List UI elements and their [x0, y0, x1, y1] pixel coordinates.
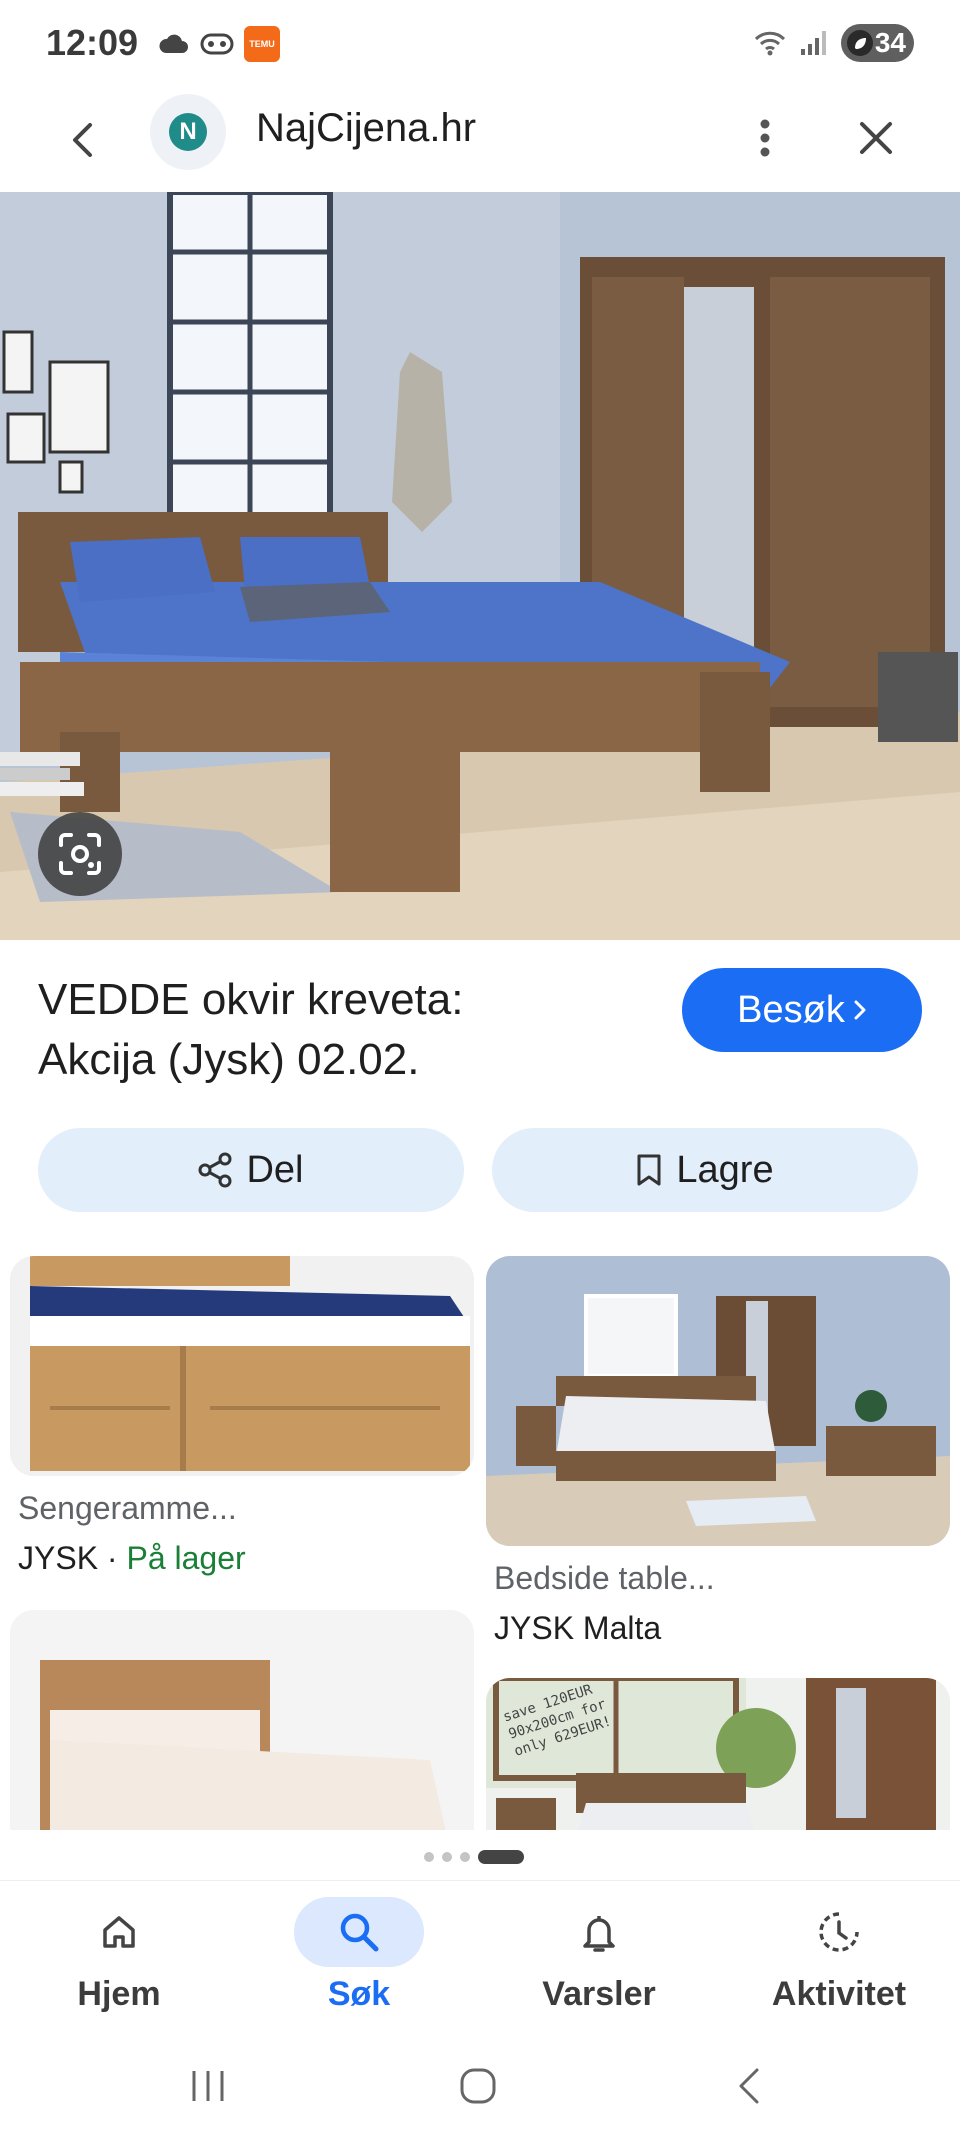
related-source: JYSK Malta	[494, 1610, 662, 1646]
recent-apps-icon	[192, 2071, 224, 2101]
system-navigation-bar	[0, 2040, 960, 2133]
status-time: 12:09	[46, 22, 139, 63]
battery-saver-icon	[846, 30, 873, 56]
visit-button-label: Besøk	[737, 988, 845, 1031]
save-button[interactable]: Lagre	[492, 1128, 918, 1212]
system-status-icons: 34	[753, 24, 914, 62]
pager-dot	[424, 1852, 434, 1862]
more-options-button[interactable]	[740, 108, 790, 168]
related-image[interactable]	[10, 1610, 474, 1830]
pager-dot-active	[478, 1850, 524, 1864]
related-source: JYSK · På lager	[18, 1540, 246, 1577]
back-button[interactable]	[54, 112, 110, 168]
pager-dot	[442, 1852, 452, 1862]
pager-dot	[460, 1852, 470, 1862]
activity-icon	[774, 1897, 904, 1967]
page-indicator	[424, 1850, 524, 1864]
home-circle-icon	[460, 2068, 496, 2104]
bedroom-illustration	[0, 192, 960, 940]
related-image[interactable]	[10, 1256, 474, 1476]
battery-level: 34	[874, 27, 906, 58]
source-name: JYSK	[18, 1540, 99, 1576]
signal-icon	[797, 26, 831, 60]
nav-notifications[interactable]: Varsler	[509, 1897, 689, 2047]
stock-status: På lager	[126, 1540, 246, 1576]
gamepad-icon	[200, 27, 234, 61]
bell-icon	[534, 1897, 664, 1967]
product-image[interactable]	[0, 192, 960, 940]
temu-icon: TEMU	[244, 26, 280, 62]
related-image[interactable]: save 120EUR 90x200cm for only 629EUR!	[486, 1678, 950, 1830]
related-image[interactable]	[486, 1256, 950, 1546]
google-lens-button[interactable]	[38, 812, 122, 896]
search-icon	[294, 1897, 424, 1967]
back-arrow-icon	[739, 2068, 759, 2104]
related-results-grid: Sengeramme... JYSK · På lager Bedside ta…	[0, 1256, 960, 1830]
nav-search[interactable]: Søk	[269, 1897, 449, 2047]
site-favicon: N	[150, 94, 226, 170]
site-title: NajCijena.hr	[256, 106, 477, 150]
chevron-right-icon	[854, 1000, 866, 1020]
nav-home-label: Hjem	[77, 1975, 161, 2013]
share-label: Del	[246, 1148, 304, 1191]
system-back-button[interactable]	[718, 2056, 778, 2116]
related-title[interactable]: Bedside table...	[494, 1560, 715, 1597]
nav-activity-label: Aktivitet	[771, 1975, 907, 2013]
lens-icon	[59, 833, 101, 875]
recent-apps-button[interactable]	[178, 2056, 238, 2116]
save-label: Lagre	[676, 1148, 774, 1191]
bed-frame-image	[10, 1256, 474, 1476]
nav-search-label: Søk	[327, 1975, 391, 2013]
product-title-line1: VEDDE okvir kreveta:	[38, 975, 464, 1024]
battery-indicator: 34	[840, 24, 914, 62]
bottom-navigation: Hjem Søk Varsler Aktivitet	[0, 1880, 960, 2040]
single-bed-image	[10, 1610, 474, 1830]
close-button[interactable]	[846, 108, 906, 168]
notification-icons: TEMU	[156, 26, 280, 62]
chevron-left-icon	[73, 123, 92, 157]
source-separator: ·	[98, 1540, 127, 1576]
browser-header: N NajCijena.hr	[0, 90, 960, 190]
product-title-line2: Akcija (Jysk) 02.02.	[38, 1035, 420, 1084]
site-initial: N	[169, 113, 207, 151]
nav-activity[interactable]: Aktivitet	[749, 1897, 929, 2047]
bedroom-image	[486, 1256, 950, 1546]
share-icon	[198, 1152, 232, 1188]
cloud-icon	[156, 27, 190, 61]
nav-notifications-label: Varsler	[542, 1975, 656, 2013]
bookmark-icon	[637, 1154, 661, 1186]
more-vert-icon	[760, 119, 770, 157]
home-icon	[54, 1897, 184, 1967]
close-icon	[860, 122, 892, 154]
related-title[interactable]: Sengeramme...	[18, 1490, 237, 1527]
visit-button[interactable]: Besøk	[682, 968, 922, 1052]
share-button[interactable]: Del	[38, 1128, 464, 1212]
nav-home[interactable]: Hjem	[29, 1897, 209, 2047]
product-title: VEDDE okvir kreveta: Akcija (Jysk) 02.02…	[38, 970, 658, 1090]
wifi-icon	[753, 26, 787, 60]
home-button[interactable]	[448, 2056, 508, 2116]
status-bar: 12:09 TEMU 34	[0, 0, 960, 90]
